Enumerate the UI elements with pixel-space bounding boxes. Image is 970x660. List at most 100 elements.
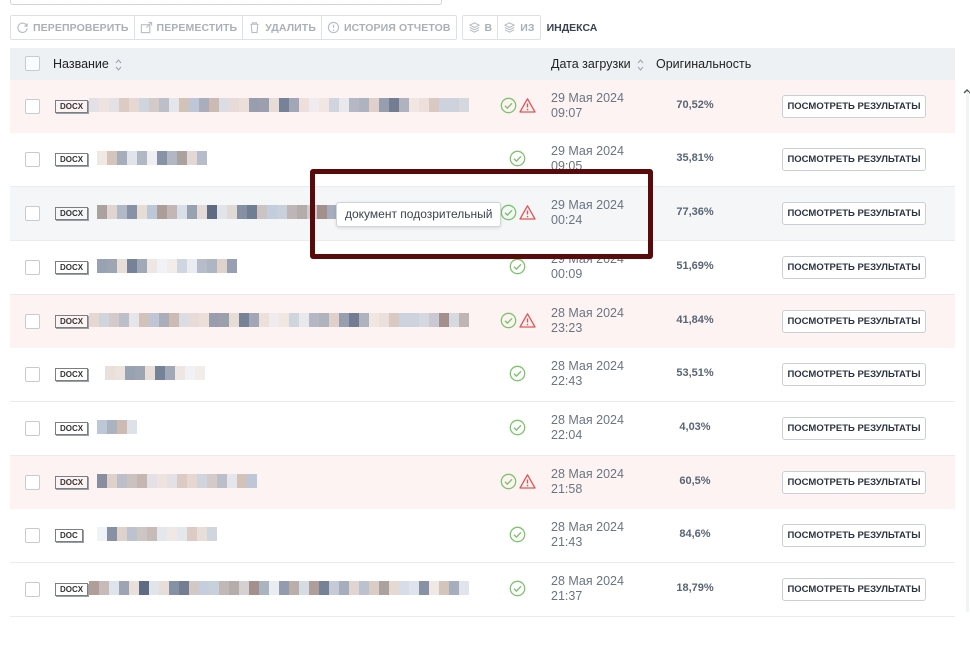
upload-date: 28 Мая 2024 21:43 <box>551 520 624 550</box>
warning-triangle-icon[interactable] <box>519 473 536 490</box>
document-name-redacted[interactable] <box>89 98 469 112</box>
table-row[interactable]: DOCX 28 Мая 2024 22:43 53,51% ПОСМОТРЕТЬ РЕЗ… <box>10 348 955 402</box>
upload-date-day: 28 Мая 2024 <box>551 520 624 534</box>
check-circle-icon[interactable] <box>509 526 526 543</box>
upload-date-day: 29 Мая 2024 <box>551 91 624 105</box>
view-results-button[interactable]: ПОСМОТРЕТЬ РЕЗУЛЬТАТЫ <box>782 95 926 118</box>
table-row[interactable]: DOCX 28 Мая 2024 21:58 60,5% ПОСМОТРЕТЬ РЕЗУ… <box>10 456 955 510</box>
originality-value: 70,52% <box>676 99 714 111</box>
row-checkbox[interactable] <box>25 314 40 329</box>
recheck-button[interactable]: ПЕРЕПРОВЕРИТЬ <box>11 16 135 39</box>
upload-date-time: 21:37 <box>551 589 583 603</box>
upload-date-time: 21:58 <box>551 482 583 496</box>
view-results-button[interactable]: ПОСМОТРЕТЬ РЕЗУЛЬТАТЫ <box>782 524 926 547</box>
upload-date: 28 Мая 2024 22:04 <box>551 413 624 443</box>
move-button[interactable]: ПЕРЕМЕСТИТЬ <box>135 16 244 39</box>
sort-icon <box>115 58 122 71</box>
document-name-redacted[interactable] <box>89 581 469 595</box>
history-label: ИСТОРИЯ ОТЧЕТОВ <box>343 21 451 34</box>
originality-value: 51,69% <box>676 260 714 272</box>
table-row[interactable]: DOCX 29 Мая 2024 09:07 70,52% ПОСМОТРЕТЬ РЕЗ… <box>10 80 955 134</box>
warning-triangle-icon[interactable] <box>519 312 536 329</box>
view-results-button[interactable]: ПОСМОТРЕТЬ РЕЗУЛЬТАТЫ <box>782 202 926 225</box>
select-all-checkbox[interactable] <box>25 56 40 71</box>
check-circle-icon[interactable] <box>500 97 517 114</box>
layers-icon <box>468 22 480 33</box>
row-checkbox[interactable] <box>25 528 40 543</box>
file-type-badge: DOCX <box>55 207 89 220</box>
to-index-label: В <box>484 21 493 34</box>
upload-date-day: 28 Мая 2024 <box>551 306 624 320</box>
row-checkbox[interactable] <box>25 152 40 167</box>
warning-triangle-icon[interactable] <box>519 97 536 114</box>
document-name-redacted[interactable] <box>97 151 207 165</box>
row-checkbox[interactable] <box>25 582 40 597</box>
view-results-button[interactable]: ПОСМОТРЕТЬ РЕЗУЛЬТАТЫ <box>782 471 926 494</box>
table-row[interactable]: DOC 28 Мая 2024 21:43 84,6% ПОСМОТРЕТЬ РЕЗУЛ… <box>10 509 955 563</box>
originality-value: 60,5% <box>679 475 711 487</box>
index-label: ИНДЕКСА <box>546 21 598 34</box>
row-checkbox[interactable] <box>25 367 40 382</box>
table-row[interactable]: DOCX 28 Мая 2024 21:37 18,79% ПОСМОТРЕТЬ РЕЗ… <box>10 563 955 617</box>
document-name-redacted[interactable] <box>105 366 205 380</box>
scroll-up-icon[interactable] <box>963 82 970 94</box>
column-date[interactable]: Дата загрузки <box>551 57 644 72</box>
upload-date: 28 Мая 2024 22:43 <box>551 359 624 389</box>
upload-date: 28 Мая 2024 21:58 <box>551 467 624 497</box>
document-name-redacted[interactable] <box>89 313 469 327</box>
check-circle-icon[interactable] <box>509 419 526 436</box>
highlight-annotation <box>310 169 653 259</box>
column-name[interactable]: Название <box>53 57 122 72</box>
view-results-button[interactable]: ПОСМОТРЕТЬ РЕЗУЛЬТАТЫ <box>782 256 926 279</box>
document-name-redacted[interactable] <box>97 527 217 541</box>
add-to-index-button[interactable]: В <box>463 16 499 39</box>
view-results-button[interactable]: ПОСМОТРЕТЬ РЕЗУЛЬТАТЫ <box>782 310 926 333</box>
originality-value: 53,51% <box>676 367 714 379</box>
view-results-button[interactable]: ПОСМОТРЕТЬ РЕЗУЛЬТАТЫ <box>782 578 926 601</box>
index-group: В ИЗ <box>461 15 541 40</box>
document-name-redacted[interactable] <box>97 474 257 488</box>
upload-date-day: 29 Мая 2024 <box>551 144 624 158</box>
table-row[interactable]: DOCX 28 Мая 2024 23:23 41,84% ПОСМОТРЕТЬ РЕЗ… <box>10 295 955 349</box>
upload-date-day: 28 Мая 2024 <box>551 467 624 481</box>
upload-date-time: 23:23 <box>551 321 583 335</box>
document-name-redacted[interactable] <box>97 205 337 219</box>
scrollbar[interactable] <box>966 92 969 612</box>
view-results-button[interactable]: ПОСМОТРЕТЬ РЕЗУЛЬТАТЫ <box>782 148 926 171</box>
row-checkbox[interactable] <box>25 421 40 436</box>
view-results-button[interactable]: ПОСМОТРЕТЬ РЕЗУЛЬТАТЫ <box>782 417 926 440</box>
row-checkbox[interactable] <box>25 206 40 221</box>
file-type-badge: DOCX <box>55 315 89 328</box>
search-field[interactable] <box>10 0 442 5</box>
check-circle-icon[interactable] <box>509 258 526 275</box>
row-checkbox[interactable] <box>25 475 40 490</box>
document-name-redacted[interactable] <box>97 420 137 434</box>
table-row[interactable]: DOCX 28 Мая 2024 22:04 4,03% ПОСМОТРЕТЬ РЕЗУ… <box>10 402 955 456</box>
check-circle-icon[interactable] <box>509 365 526 382</box>
delete-button[interactable]: УДАЛИТЬ <box>243 16 322 39</box>
check-circle-icon[interactable] <box>500 473 517 490</box>
table-header: Название Дата загрузки Оригинальность <box>10 48 955 81</box>
originality-value: 41,84% <box>676 314 714 326</box>
sort-icon <box>637 58 644 71</box>
history-icon <box>327 21 340 34</box>
check-circle-icon[interactable] <box>500 312 517 329</box>
check-circle-icon[interactable] <box>509 150 526 167</box>
upload-date-day: 28 Мая 2024 <box>551 574 624 588</box>
trash-icon <box>250 22 259 34</box>
remove-from-index-button[interactable]: ИЗ <box>498 16 539 39</box>
history-button[interactable]: ИСТОРИЯ ОТЧЕТОВ <box>322 16 456 39</box>
move-icon <box>140 21 152 34</box>
file-type-badge: DOC <box>55 529 83 542</box>
row-checkbox[interactable] <box>25 99 40 114</box>
check-circle-icon[interactable] <box>509 580 526 597</box>
view-results-button[interactable]: ПОСМОТРЕТЬ РЕЗУЛЬТАТЫ <box>782 363 926 386</box>
document-name-redacted[interactable] <box>97 259 237 273</box>
upload-date-day: 28 Мая 2024 <box>551 359 624 373</box>
file-type-badge: DOCX <box>55 153 89 166</box>
file-type-badge: DOCX <box>55 368 89 381</box>
row-checkbox[interactable] <box>25 260 40 275</box>
layers-icon <box>503 22 516 33</box>
upload-date-time: 00:09 <box>551 267 583 281</box>
upload-date-time: 22:04 <box>551 428 583 442</box>
